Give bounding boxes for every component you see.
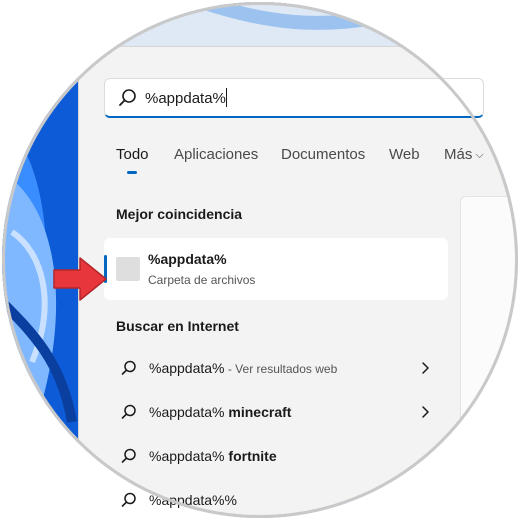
tab-web[interactable]: Web — [389, 146, 420, 163]
web-result-row[interactable]: %appdata%% — [112, 484, 440, 518]
search-icon — [121, 448, 136, 463]
chevron-right-icon — [422, 362, 429, 374]
search-icon — [121, 360, 136, 375]
best-match-heading: Mejor coincidencia — [116, 206, 243, 222]
web-result-row[interactable]: %appdata% minecraft — [112, 396, 440, 430]
web-result-row[interactable]: %appdata% - Ver resultados web — [112, 352, 440, 386]
web-result-text: %appdata% fortnite — [149, 448, 277, 464]
tab-mas[interactable]: Más ⌵ — [444, 146, 484, 163]
web-result-text: %appdata% minecraft — [149, 404, 291, 420]
web-result-suggestion: minecraft — [224, 404, 292, 420]
search-icon — [119, 89, 136, 106]
search-input[interactable] — [145, 85, 465, 111]
web-result-query: %appdata%% — [149, 492, 237, 508]
web-result-text: %appdata% - Ver resultados web — [149, 360, 337, 376]
chevron-right-icon — [422, 406, 429, 418]
screenshot-stage: Todo Aplicaciones Documentos Web Más⌵ Me… — [0, 0, 520, 520]
web-result-query: %appdata% — [149, 448, 225, 464]
text-caret — [226, 88, 227, 107]
tab-todo[interactable]: Todo — [116, 146, 149, 163]
preview-pane — [460, 196, 518, 518]
red-arrow-annotation — [53, 257, 107, 301]
tab-aplicaciones[interactable]: Aplicaciones — [174, 146, 258, 163]
search-icon — [121, 492, 136, 507]
web-result-suffix: - Ver resultados web — [224, 362, 338, 376]
web-result-suggestion: fortnite — [224, 448, 277, 464]
best-match-result[interactable]: %appdata% Carpeta de archivos — [104, 238, 448, 300]
folder-icon — [116, 257, 140, 281]
web-result-row[interactable]: %appdata% fortnite — [112, 440, 440, 474]
best-match-subtitle: Carpeta de archivos — [148, 273, 256, 287]
search-box[interactable] — [104, 78, 484, 118]
web-result-query: %appdata% — [149, 360, 225, 376]
tab-documentos[interactable]: Documentos — [281, 146, 365, 163]
tab-mas-label: Más — [444, 146, 473, 163]
chevron-down-icon: ⌵ — [475, 149, 484, 161]
best-match-title: %appdata% — [148, 251, 227, 267]
internet-search-heading: Buscar en Internet — [116, 318, 239, 334]
search-icon — [121, 404, 136, 419]
web-result-text: %appdata%% — [149, 492, 237, 508]
active-tab-indicator — [127, 171, 137, 174]
web-result-query: %appdata% — [149, 404, 225, 420]
